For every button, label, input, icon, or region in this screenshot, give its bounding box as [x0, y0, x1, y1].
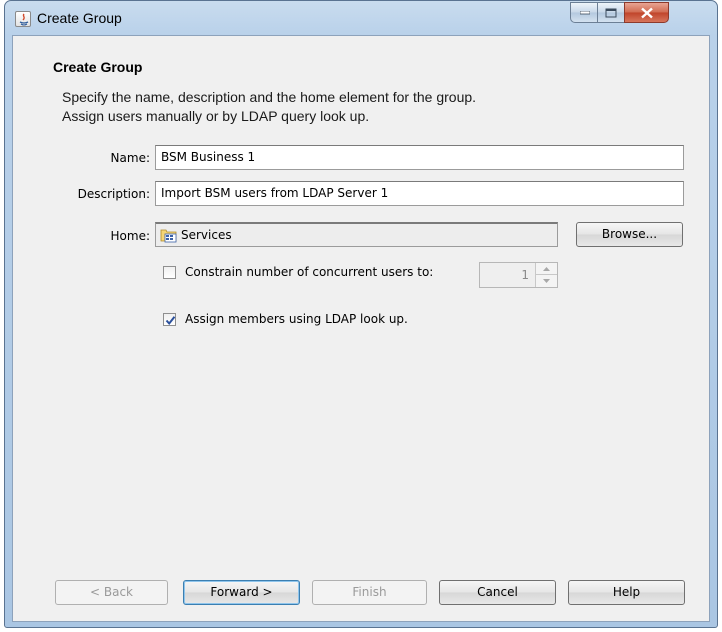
minimize-icon — [579, 10, 590, 14]
ldap-lookup-label: Assign members using LDAP look up. — [185, 312, 408, 326]
window-title: Create Group — [37, 10, 122, 26]
constrain-users-label: Constrain number of concurrent users to: — [185, 265, 434, 279]
forward-button[interactable]: Forward > — [183, 580, 300, 605]
services-folder-icon — [160, 229, 177, 243]
page-heading: Create Group — [53, 59, 143, 75]
home-field[interactable]: Services — [155, 222, 558, 247]
maximize-button[interactable] — [597, 2, 624, 23]
back-button[interactable]: < Back — [55, 580, 168, 605]
description-label: Description: — [77, 187, 150, 201]
chevron-up-icon — [543, 267, 550, 271]
checkmark-icon — [165, 316, 176, 326]
description-field[interactable]: Import BSM users from LDAP Server 1 — [155, 181, 684, 206]
help-button[interactable]: Help — [568, 580, 685, 605]
chevron-down-icon — [543, 279, 550, 283]
spinner-up-button[interactable] — [536, 263, 557, 275]
home-value: Services — [181, 228, 232, 242]
minimize-button[interactable] — [570, 2, 598, 23]
spinner-value: 1 — [521, 268, 529, 282]
spinner-down-button[interactable] — [536, 275, 557, 287]
cancel-button[interactable]: Cancel — [439, 580, 556, 605]
java-app-icon — [15, 11, 31, 27]
description-line-2: Assign users manually or by LDAP query l… — [62, 108, 370, 124]
home-label: Home: — [110, 229, 150, 243]
concurrent-users-spinner[interactable]: 1 — [479, 262, 558, 288]
ldap-lookup-checkbox[interactable] — [163, 313, 176, 326]
maximize-icon — [605, 8, 617, 17]
description-line-1: Specify the name, description and the ho… — [62, 89, 477, 105]
spinner-buttons — [535, 263, 557, 287]
finish-button[interactable]: Finish — [312, 580, 427, 605]
title-bar[interactable]: Create Group — [5, 1, 717, 35]
name-field[interactable]: BSM Business 1 — [155, 145, 684, 170]
close-icon — [640, 7, 653, 18]
name-label: Name: — [110, 151, 150, 165]
constrain-users-checkbox[interactable] — [163, 266, 176, 279]
browse-button[interactable]: Browse... — [576, 222, 683, 247]
close-button[interactable] — [624, 2, 669, 23]
